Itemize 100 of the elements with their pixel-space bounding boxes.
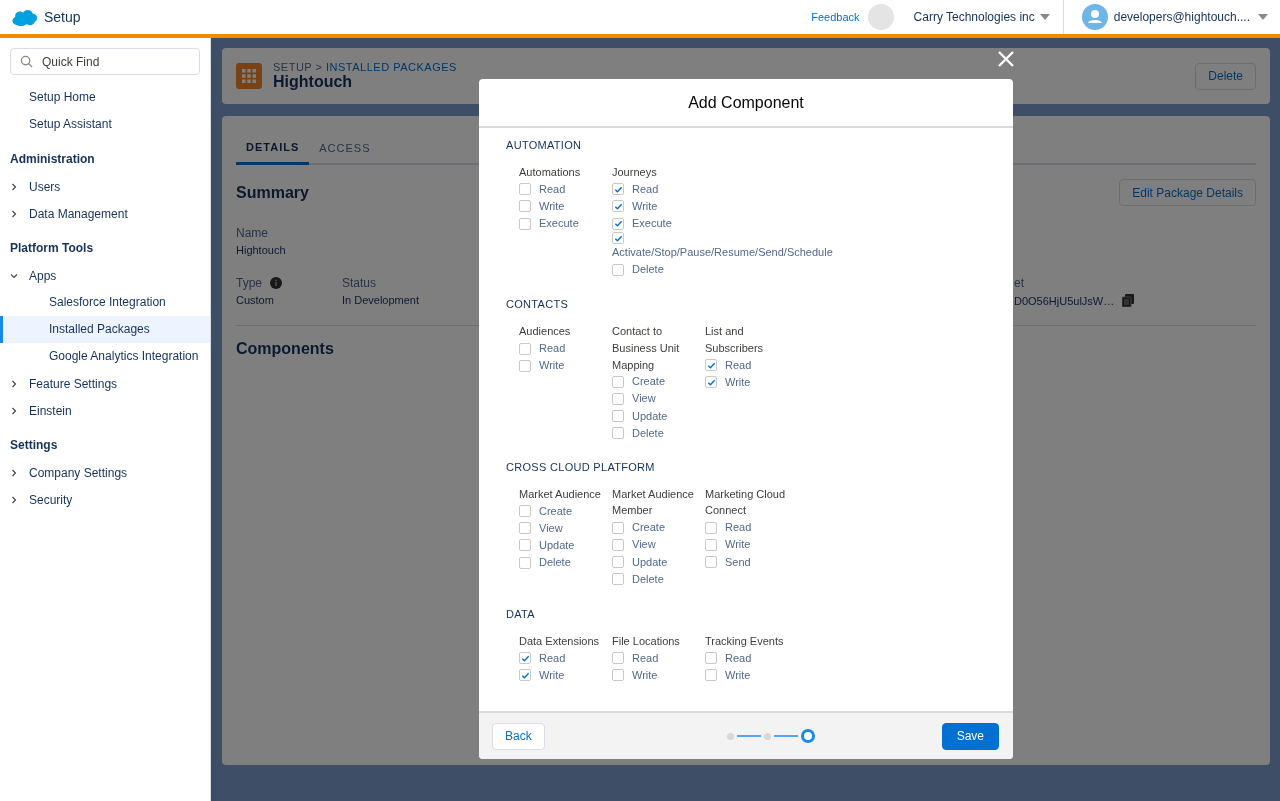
checkbox-label: Read	[632, 181, 659, 197]
sidebar-heading: Settings	[9, 437, 59, 454]
group-title: Contact to Business Unit Mapping	[612, 324, 681, 373]
sidebar-item[interactable]: Users	[0, 173, 210, 200]
checkbox-label: Execute	[632, 216, 672, 232]
section-title: AUTOMATION	[506, 139, 583, 151]
checkbox-label: Update	[632, 554, 668, 570]
close-icon[interactable]	[998, 51, 1014, 67]
sidebar-item[interactable]: Company Settings	[0, 459, 210, 486]
checkbox[interactable]	[519, 217, 531, 230]
checkbox-label: Write	[539, 198, 565, 214]
sidebar-heading: Administration	[9, 151, 96, 168]
checkbox-label: Update	[539, 537, 575, 553]
checkbox[interactable]	[519, 539, 531, 552]
checkbox-label: Read	[725, 357, 752, 373]
checkbox[interactable]	[612, 263, 624, 276]
group-title: Tracking Events	[705, 633, 785, 649]
checkbox-label: Send	[725, 554, 751, 570]
caret-icon[interactable]	[1039, 14, 1050, 20]
checkbox[interactable]	[519, 556, 531, 569]
checkbox-label: Delete	[632, 571, 664, 587]
section-title: CONTACTS	[506, 298, 570, 311]
chevron-icon	[10, 209, 18, 218]
checkbox[interactable]	[612, 556, 624, 569]
checkbox[interactable]	[612, 392, 624, 405]
section-heading: Components	[236, 340, 334, 358]
user-icon[interactable]	[1081, 4, 1108, 30]
back-button[interactable]: Back	[492, 722, 545, 750]
sidebar-item[interactable]: Data Management	[0, 200, 210, 227]
checkbox[interactable]	[519, 359, 531, 372]
checkbox[interactable]	[519, 522, 531, 535]
checkbox[interactable]	[612, 217, 624, 230]
search-field[interactable]: Quick Find	[10, 48, 200, 75]
checkbox[interactable]	[705, 376, 717, 389]
checkbox[interactable]	[612, 521, 624, 534]
checkbox[interactable]	[612, 200, 624, 213]
sidebar-item[interactable]: Apps	[0, 262, 210, 289]
feedback-link[interactable]: Feedback	[811, 11, 860, 23]
sidebar-item[interactable]: Installed Packages	[0, 316, 210, 343]
cloud-logo-icon	[10, 7, 38, 27]
sidebar-item[interactable]: Setup Assistant	[0, 111, 210, 138]
checkbox[interactable]	[705, 556, 717, 569]
checkbox-label: Delete	[632, 262, 664, 278]
checkbox[interactable]	[705, 669, 717, 682]
checkbox[interactable]	[612, 573, 624, 586]
checkbox[interactable]	[612, 375, 624, 388]
checkbox-label: Delete	[632, 425, 664, 441]
group-title: File Locations	[612, 633, 681, 649]
checkbox[interactable]	[519, 342, 531, 355]
field-value: Custom	[236, 294, 274, 306]
checkbox-label: Read	[539, 650, 566, 666]
checkbox[interactable]	[612, 232, 624, 245]
chevron-icon	[10, 495, 18, 504]
checkbox[interactable]	[612, 652, 624, 664]
checkbox[interactable]	[705, 538, 717, 551]
checkbox[interactable]	[519, 200, 531, 213]
checkbox[interactable]	[705, 652, 717, 664]
checkbox[interactable]	[612, 183, 624, 196]
sidebar-heading: Platform Tools	[9, 240, 95, 257]
checkbox-label: Write	[632, 198, 658, 214]
user-menu[interactable]: developers@hightouch....	[1113, 10, 1250, 24]
group-title: Data Extensions	[519, 633, 601, 649]
group-title: Marketing Cloud Connect	[705, 486, 787, 519]
avatar[interactable]	[867, 4, 894, 30]
sidebar-item[interactable]: Salesforce Integration	[0, 289, 210, 316]
checkbox-label: Execute	[539, 216, 579, 232]
sidebar-item[interactable]: Setup Home	[0, 84, 210, 111]
checkbox[interactable]	[519, 183, 531, 196]
sidebar-item[interactable]: Einstein	[0, 397, 210, 424]
sidebar-item[interactable]: Security	[0, 486, 210, 513]
org-switcher[interactable]: Carry Technologies inc	[913, 10, 1035, 24]
checkbox-label: Write	[725, 537, 751, 553]
section-heading: Summary	[236, 183, 309, 202]
checkbox[interactable]	[612, 538, 624, 551]
sidebar-item[interactable]: Feature Settings	[0, 370, 210, 397]
checkbox[interactable]	[519, 669, 531, 682]
checkbox-label: Write	[539, 667, 565, 683]
copy-icon[interactable]	[1122, 294, 1135, 307]
caret-icon[interactable]	[1258, 14, 1268, 20]
checkbox[interactable]	[612, 669, 624, 682]
checkbox-label: View	[632, 537, 656, 553]
checkbox[interactable]	[519, 652, 531, 664]
checkbox-label: Create	[539, 503, 573, 519]
section-title: DATA	[506, 607, 536, 620]
chevron-icon	[10, 468, 18, 477]
checkbox[interactable]	[612, 410, 624, 423]
save-button[interactable]: Save	[941, 722, 999, 750]
tab[interactable]: DETAILS	[236, 141, 310, 165]
breadcrumb: SETUP >	[273, 61, 323, 73]
group-title: List and Subscribers	[705, 324, 765, 356]
checkbox[interactable]	[705, 359, 717, 372]
field-value: Hightouch	[236, 244, 286, 256]
field-value: D0O56HjU5ulJsW…	[1014, 294, 1115, 307]
sidebar-item[interactable]: Google Analytics Integration	[0, 343, 210, 370]
info-icon[interactable]	[270, 277, 282, 289]
checkbox[interactable]	[705, 521, 717, 534]
section-title: CROSS CLOUD PLATFORM	[506, 460, 656, 473]
checkbox[interactable]	[519, 505, 531, 518]
checkbox-label: Read	[632, 650, 659, 666]
checkbox[interactable]	[612, 427, 624, 440]
